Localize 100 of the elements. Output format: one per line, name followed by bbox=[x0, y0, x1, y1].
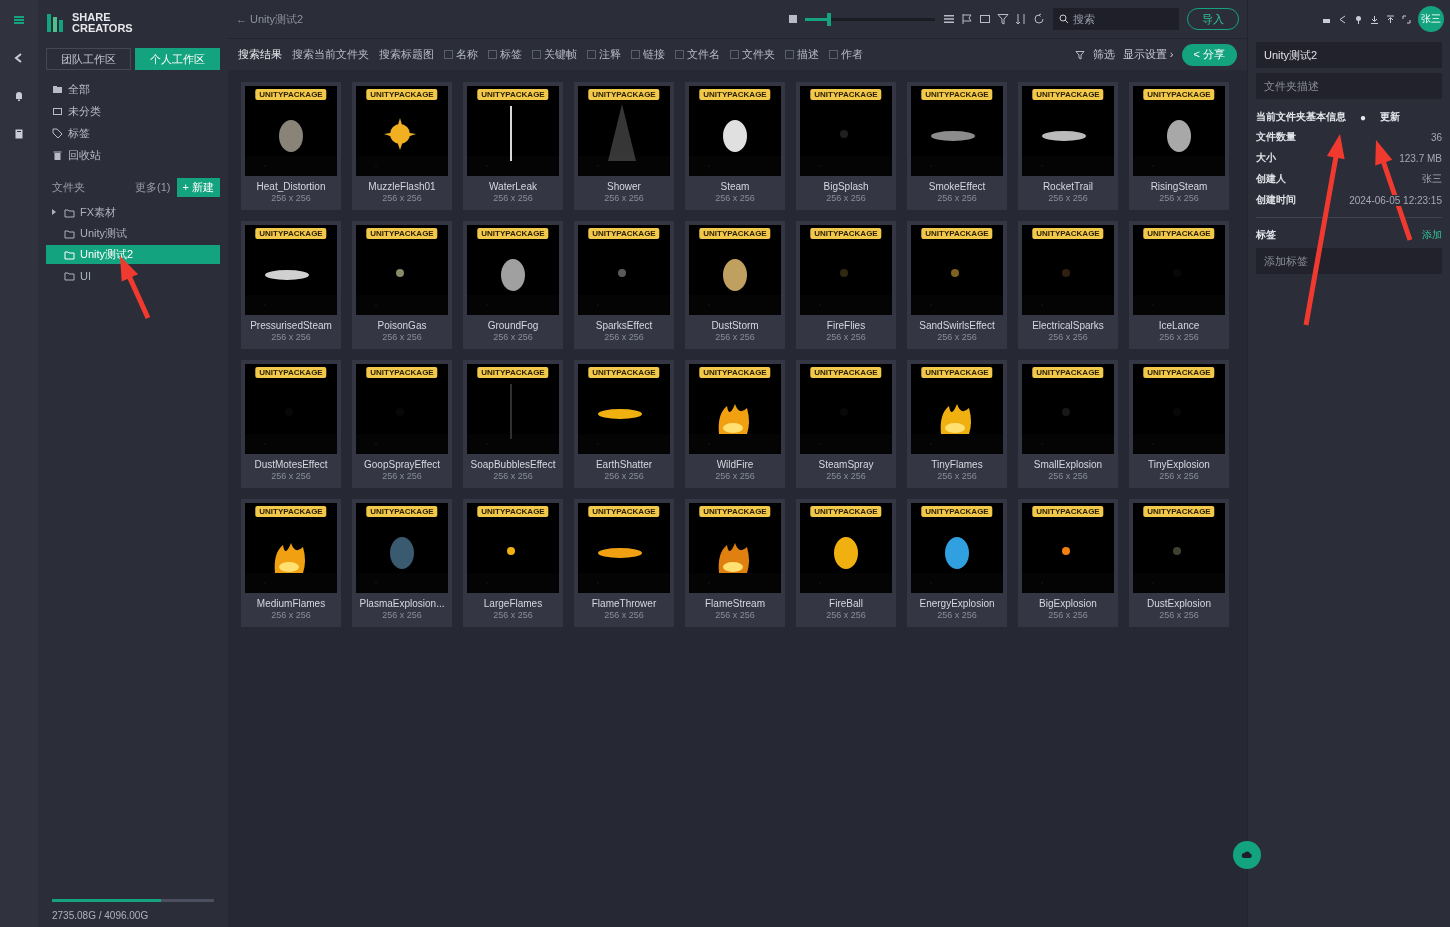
book-icon[interactable] bbox=[13, 128, 25, 140]
asset-card[interactable]: UNITYPACKAGE GoopSprayEffect 256 x 256 bbox=[352, 360, 452, 488]
type-badge: UNITYPACKAGE bbox=[921, 89, 993, 100]
asset-card[interactable]: UNITYPACKAGE PoisonGas 256 x 256 bbox=[352, 221, 452, 349]
asset-card[interactable]: UNITYPACKAGE FireFlies 256 x 256 bbox=[796, 221, 896, 349]
update-link[interactable]: 更新 bbox=[1380, 110, 1401, 124]
asset-card[interactable]: UNITYPACKAGE SteamSpray 256 x 256 bbox=[796, 360, 896, 488]
checkbox[interactable] bbox=[675, 50, 684, 59]
folder-item[interactable]: Unity测试 bbox=[46, 224, 220, 243]
add-tag-link[interactable]: 添加 bbox=[1422, 228, 1442, 242]
type-badge: UNITYPACKAGE bbox=[1143, 506, 1215, 517]
search-scope[interactable]: 搜索标题图 bbox=[379, 47, 434, 62]
checkbox[interactable] bbox=[444, 50, 453, 59]
search-scope[interactable]: 搜索当前文件夹 bbox=[292, 47, 369, 62]
asset-card[interactable]: UNITYPACKAGE BigExplosion 256 x 256 bbox=[1018, 499, 1118, 627]
checkbox[interactable] bbox=[587, 50, 596, 59]
checkbox[interactable] bbox=[730, 50, 739, 59]
asset-card[interactable]: UNITYPACKAGE FlameStream 256 x 256 bbox=[685, 499, 785, 627]
asset-size: 256 x 256 bbox=[382, 471, 422, 481]
asset-name: MuzzleFlash01 bbox=[368, 181, 436, 192]
asset-card[interactable]: UNITYPACKAGE Heat_Distortion 256 x 256 bbox=[241, 82, 341, 210]
asset-card[interactable]: UNITYPACKAGE ElectricalSparks 256 x 256 bbox=[1018, 221, 1118, 349]
back-link[interactable]: ← Unity测试2 bbox=[236, 11, 304, 27]
asset-name: DustStorm bbox=[711, 320, 759, 331]
description-field[interactable]: 文件夹描述 bbox=[1256, 73, 1442, 99]
asset-size: 256 x 256 bbox=[715, 610, 755, 620]
asset-card[interactable]: UNITYPACKAGE DustMotesEffect 256 x 256 bbox=[241, 360, 341, 488]
workspace-tab[interactable]: 团队工作区 bbox=[46, 48, 131, 70]
filter-link[interactable]: 筛选 bbox=[1092, 47, 1115, 62]
asset-card[interactable]: UNITYPACKAGE SmallExplosion 256 x 256 bbox=[1018, 360, 1118, 488]
tag-field[interactable]: 添加标签 bbox=[1256, 248, 1442, 274]
list-icon[interactable] bbox=[943, 13, 955, 25]
asset-name: FlameThrower bbox=[591, 598, 657, 609]
square-icon[interactable] bbox=[979, 13, 991, 25]
nav-item[interactable]: 未分类 bbox=[68, 103, 101, 119]
asset-name: Heat_Distortion bbox=[256, 181, 326, 192]
asset-card[interactable]: UNITYPACKAGE Steam 256 x 256 bbox=[685, 82, 785, 210]
asset-card[interactable]: UNITYPACKAGE DustStorm 256 x 256 bbox=[685, 221, 785, 349]
folder-item[interactable]: UI bbox=[46, 266, 220, 285]
pin-icon[interactable] bbox=[1354, 14, 1363, 24]
asset-card[interactable]: UNITYPACKAGE LargeFlames 256 x 256 bbox=[463, 499, 563, 627]
asset-card[interactable]: UNITYPACKAGE WildFire 256 x 256 bbox=[685, 360, 785, 488]
asset-name: GroundFog bbox=[487, 320, 539, 331]
asset-card[interactable]: UNITYPACKAGE WaterLeak 256 x 256 bbox=[463, 82, 563, 210]
checkbox[interactable] bbox=[532, 50, 541, 59]
asset-card[interactable]: UNITYPACKAGE FlameThrower 256 x 256 bbox=[574, 499, 674, 627]
upload-icon[interactable] bbox=[1386, 14, 1395, 24]
asset-size: 256 x 256 bbox=[826, 471, 866, 481]
asset-card[interactable]: UNITYPACKAGE EarthShatter 256 x 256 bbox=[574, 360, 674, 488]
bell-icon[interactable] bbox=[13, 90, 25, 102]
asset-card[interactable]: UNITYPACKAGE BigSplash 256 x 256 bbox=[796, 82, 896, 210]
asset-size: 256 x 256 bbox=[271, 193, 311, 203]
nav-item[interactable]: 标签 bbox=[68, 125, 90, 141]
asset-card[interactable]: UNITYPACKAGE RisingSteam 256 x 256 bbox=[1129, 82, 1229, 210]
asset-card[interactable]: UNITYPACKAGE EnergyExplosion 256 x 256 bbox=[907, 499, 1007, 627]
filter-icon[interactable] bbox=[997, 13, 1009, 25]
asset-card[interactable]: UNITYPACKAGE PressurisedSteam 256 x 256 bbox=[241, 221, 341, 349]
asset-card[interactable]: UNITYPACKAGE TinyFlames 256 x 256 bbox=[907, 360, 1007, 488]
filter-icon[interactable] bbox=[1074, 49, 1085, 60]
asset-name: LargeFlames bbox=[483, 598, 543, 609]
refresh-icon[interactable] bbox=[1033, 13, 1045, 25]
asset-card[interactable]: UNITYPACKAGE SparksEffect 256 x 256 bbox=[574, 221, 674, 349]
type-badge: UNITYPACKAGE bbox=[810, 228, 882, 239]
more-link[interactable]: 更多(1) bbox=[135, 180, 171, 195]
asset-card[interactable]: UNITYPACKAGE SoapBubblesEffect 256 x 256 bbox=[463, 360, 563, 488]
asset-name: MediumFlames bbox=[256, 598, 326, 609]
checkbox[interactable] bbox=[785, 50, 794, 59]
checkbox[interactable] bbox=[488, 50, 497, 59]
checkbox-label: 作者 bbox=[841, 47, 863, 62]
asset-size: 256 x 256 bbox=[937, 193, 977, 203]
title-field[interactable]: Unity测试2 bbox=[1256, 42, 1442, 68]
nav-item[interactable]: 回收站 bbox=[68, 147, 101, 163]
checkbox[interactable] bbox=[829, 50, 838, 59]
asset-card[interactable]: UNITYPACKAGE SmokeEffect 256 x 256 bbox=[907, 82, 1007, 210]
asset-card[interactable]: UNITYPACKAGE FireBall 256 x 256 bbox=[796, 499, 896, 627]
asset-card[interactable]: UNITYPACKAGE MuzzleFlash01 256 x 256 bbox=[352, 82, 452, 210]
type-badge: UNITYPACKAGE bbox=[366, 506, 438, 517]
nav-item[interactable]: 全部 bbox=[68, 81, 90, 97]
asset-card[interactable]: UNITYPACKAGE Shower 256 x 256 bbox=[574, 82, 674, 210]
upload-button[interactable] bbox=[1233, 841, 1261, 869]
sort-icon[interactable] bbox=[1015, 13, 1027, 25]
asset-card[interactable]: UNITYPACKAGE PlasmaExplosion... 256 x 256 bbox=[352, 499, 452, 627]
flag-icon[interactable] bbox=[961, 13, 973, 25]
asset-card[interactable]: UNITYPACKAGE TinyExplosion 256 x 256 bbox=[1129, 360, 1229, 488]
asset-card[interactable]: UNITYPACKAGE RocketTrail 256 x 256 bbox=[1018, 82, 1118, 210]
expand-icon[interactable] bbox=[51, 209, 57, 215]
download-icon[interactable] bbox=[1370, 14, 1379, 24]
checkbox[interactable] bbox=[631, 50, 640, 59]
asset-card[interactable]: UNITYPACKAGE SandSwirlsEffect 256 x 256 bbox=[907, 221, 1007, 349]
search-scope[interactable]: 搜索结果 bbox=[238, 47, 282, 62]
display-settings-link[interactable]: 显示设置 › bbox=[1122, 47, 1174, 62]
expand-icon[interactable] bbox=[1402, 14, 1411, 24]
asset-card[interactable]: UNITYPACKAGE MediumFlames 256 x 256 bbox=[241, 499, 341, 627]
menu-icon[interactable] bbox=[13, 14, 25, 26]
search-field[interactable]: 搜索 bbox=[1053, 8, 1179, 30]
asset-card[interactable]: UNITYPACKAGE IceLance 256 x 256 bbox=[1129, 221, 1229, 349]
folder-item[interactable]: FX素材 bbox=[46, 203, 220, 222]
asset-card[interactable]: UNITYPACKAGE DustExplosion 256 x 256 bbox=[1129, 499, 1229, 627]
asset-card[interactable]: UNITYPACKAGE GroundFog 256 x 256 bbox=[463, 221, 563, 349]
folder-icon bbox=[64, 207, 75, 218]
